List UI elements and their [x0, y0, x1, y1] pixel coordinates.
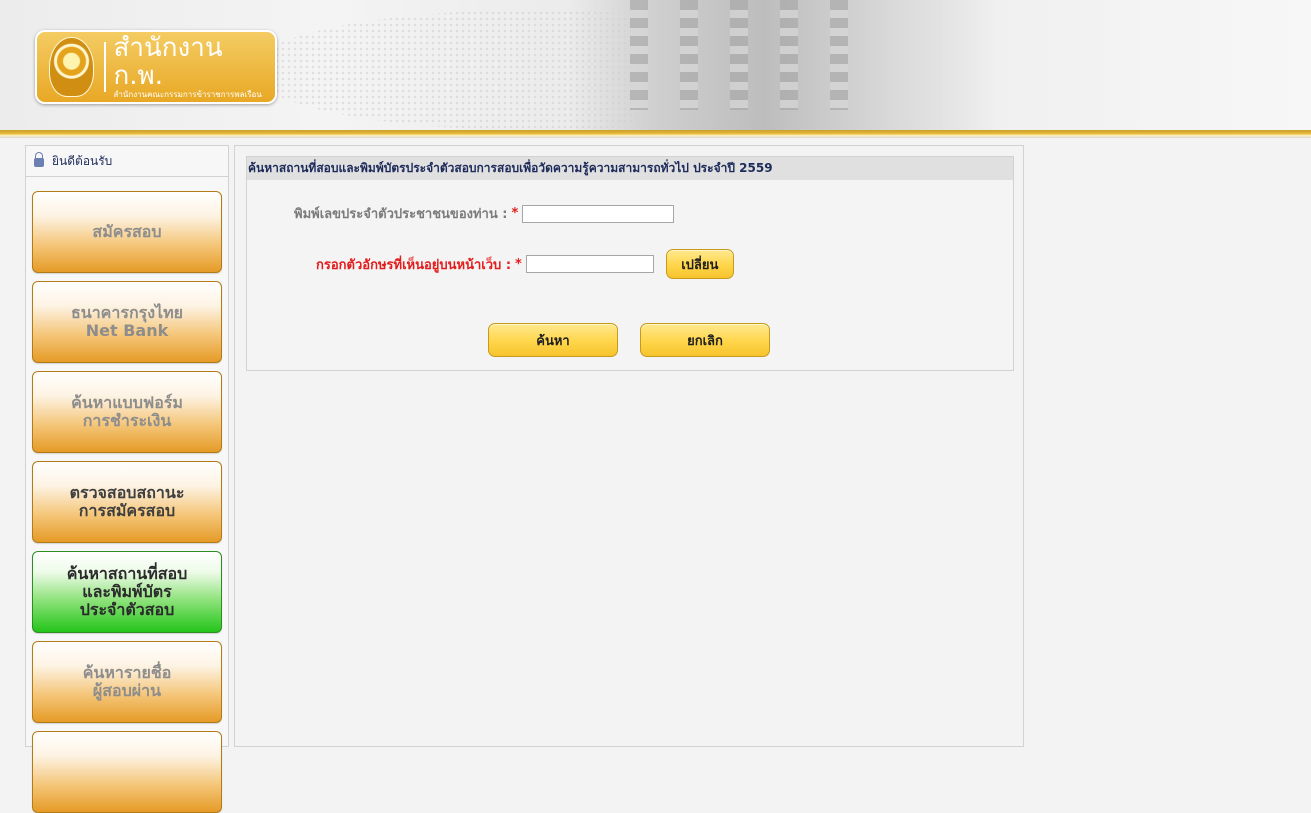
main-content: ค้นหาสถานที่สอบและพิมพ์บัตรประจำตัวสอบกา… [234, 145, 1024, 747]
logo-divider [103, 42, 106, 92]
site-header: สำนักงาน ก.พ. สำนักงานคณะกรรมการข้าราชกา… [0, 0, 1311, 131]
panel-title: ค้นหาสถานที่สอบและพิมพ์บัตรประจำตัวสอบกา… [247, 157, 1013, 180]
sidebar-item-label: ธนาคารกรุงไทย [70, 303, 184, 322]
building-background [570, 0, 1000, 131]
sidebar-item-label: ค้นหาสถานที่สอบ [66, 564, 188, 583]
sidebar-item-passed-list[interactable]: ค้นหารายชื่อ ผู้สอบผ่าน [32, 641, 222, 723]
sidebar-item-label: และพิมพ์บัตร [82, 582, 172, 601]
sidebar-item-label: ค้นหารายชื่อ [82, 663, 172, 682]
id-label: พิมพ์เลขประจำตัวประชาชนของท่าน : [294, 207, 508, 222]
welcome-text: ยินดีต้อนรับ [52, 153, 113, 168]
sidebar-item-label: ค้นหาแบบฟอร์ม [71, 393, 183, 412]
sidebar-item-label: การชำระเงิน [82, 411, 172, 430]
search-button[interactable]: ค้นหา [488, 323, 618, 357]
sidebar-item-label: ตรวจสอบสถานะ [69, 483, 185, 502]
id-row: พิมพ์เลขประจำตัวประชาชนของท่าน : * [294, 203, 675, 224]
search-panel: ค้นหาสถานที่สอบและพิมพ์บัตรประจำตัวสอบกา… [246, 156, 1014, 371]
header-gold-line [0, 130, 1311, 138]
logo-subtitle: สำนักงานคณะกรรมการข้าราชการพลเรือน [113, 90, 262, 99]
required-mark: * [511, 206, 519, 221]
welcome-bar: ยินดีต้อนรับ [26, 146, 228, 177]
logo-title: สำนักงาน ก.พ. [113, 33, 223, 91]
cancel-button[interactable]: ยกเลิก [640, 323, 770, 357]
sidebar-item-ktb-netbank[interactable]: ธนาคารกรุงไทย Net Bank [32, 281, 222, 363]
captcha-row: กรอกตัวอักษรที่เห็นอยู่บนหน้าเว็บ : * เป… [316, 249, 734, 279]
lock-icon [34, 152, 44, 167]
change-captcha-button[interactable]: เปลี่ยน [665, 249, 734, 279]
sidebar-item-payment-form[interactable]: ค้นหาแบบฟอร์ม การชำระเงิน [32, 371, 222, 453]
sidebar-item-label: สมัครสอบ [92, 222, 162, 241]
required-mark: * [515, 256, 522, 272]
sidebar-item-label: ผู้สอบผ่าน [92, 681, 162, 700]
ocsc-logo[interactable]: สำนักงาน ก.พ. สำนักงานคณะกรรมการข้าราชกา… [35, 30, 277, 104]
sidebar: ยินดีต้อนรับ สมัครสอบ ธนาคารกรุงไทย Net … [25, 145, 229, 813]
emblem-icon [49, 37, 94, 97]
sidebar-item-apply[interactable]: สมัครสอบ [32, 191, 222, 273]
captcha-label: กรอกตัวอักษรที่เห็นอยู่บนหน้าเว็บ : [316, 257, 512, 273]
citizen-id-input[interactable] [522, 204, 675, 223]
captcha-input[interactable] [525, 255, 654, 273]
sidebar-item-check-status[interactable]: ตรวจสอบสถานะ การสมัครสอบ [32, 461, 222, 543]
sidebar-item-exam-location[interactable]: ค้นหาสถานที่สอบ และพิมพ์บัตร ประจำตัวสอบ [32, 551, 222, 633]
sidebar-item-more[interactable] [32, 731, 222, 813]
sidebar-item-label: Net Bank [85, 321, 169, 340]
sidebar-item-label: การสมัครสอบ [78, 501, 176, 520]
sidebar-item-label: ประจำตัวสอบ [79, 600, 175, 619]
